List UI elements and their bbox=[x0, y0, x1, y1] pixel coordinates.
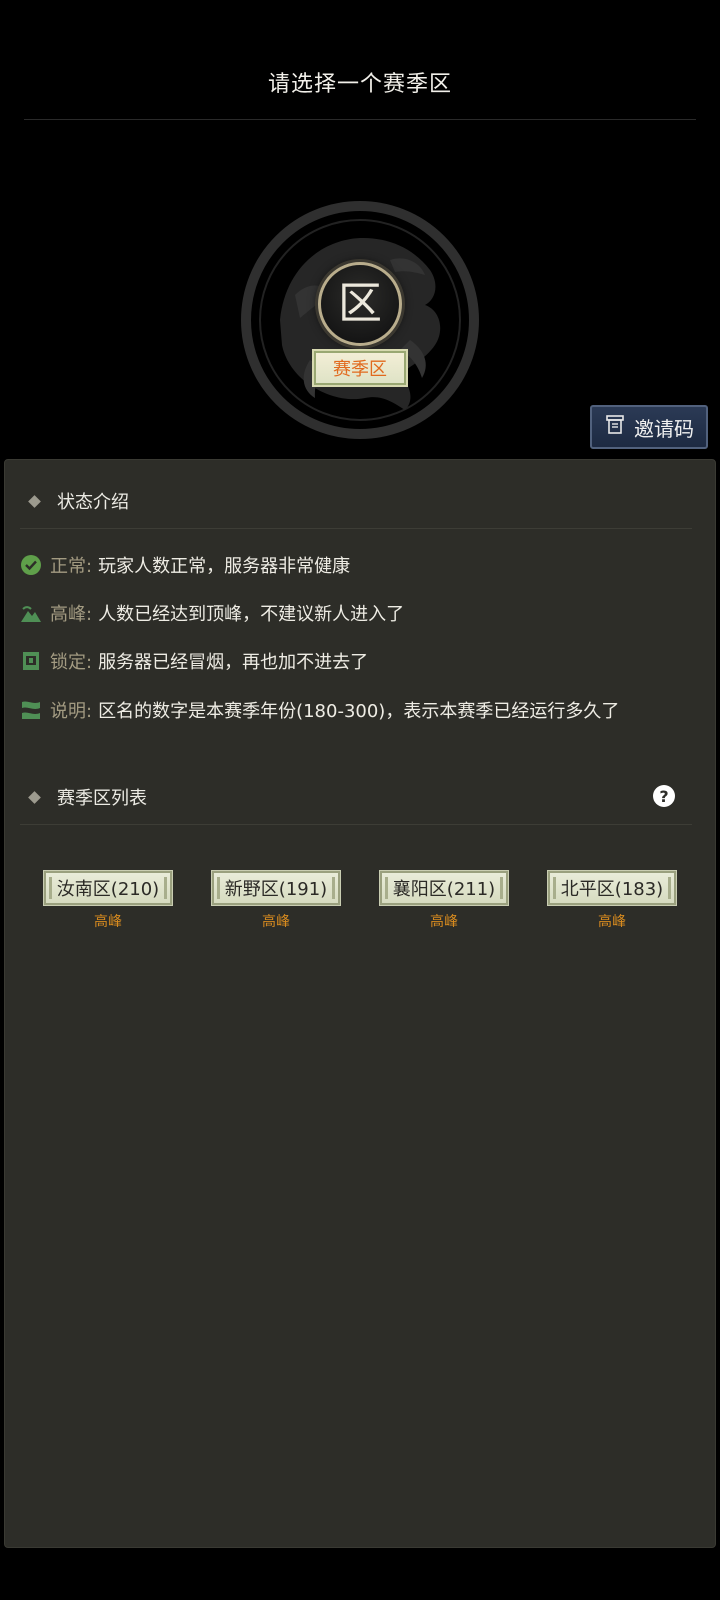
status-key: 说明: bbox=[50, 701, 93, 722]
status-row-normal: 正常: 玩家人数正常，服务器非常健康 bbox=[20, 551, 350, 579]
status-section-title: 状态介绍 bbox=[57, 492, 129, 513]
status-key: 锁定: bbox=[50, 652, 93, 673]
season-zone-badge: 赛季区 bbox=[312, 349, 408, 387]
zone-name-tag: 汝南区(210) bbox=[43, 870, 173, 906]
diamond-bullet-icon bbox=[28, 790, 41, 804]
status-row-peak: 高峰: 人数已经达到顶峰，不建议新人进入了 bbox=[20, 599, 404, 627]
zone-list-section-header: 赛季区列表 bbox=[24, 785, 147, 809]
zone-item-xinye[interactable]: 新野区(191) 高峰 bbox=[211, 870, 341, 931]
status-row-locked: 锁定: 服务器已经冒烟，再也加不进去了 bbox=[20, 647, 368, 675]
status-key: 正常: bbox=[50, 556, 93, 577]
check-circle-icon bbox=[20, 554, 42, 576]
zone-status: 高峰 bbox=[262, 914, 290, 930]
status-section-header: 状态介绍 bbox=[24, 489, 129, 513]
diamond-bullet-icon bbox=[28, 494, 41, 508]
status-section-divider bbox=[20, 528, 692, 529]
status-desc: 玩家人数正常，服务器非常健康 bbox=[98, 556, 351, 577]
zone-emblem-circle: 区 bbox=[318, 262, 402, 346]
zone-status: 高峰 bbox=[598, 914, 626, 930]
zone-name-tag: 北平区(183) bbox=[547, 870, 677, 906]
invite-code-label: 邀请码 bbox=[634, 416, 694, 441]
lock-icon bbox=[20, 650, 42, 672]
zone-item-beiping[interactable]: 北平区(183) 高峰 bbox=[547, 870, 677, 931]
zone-item-xiangyang[interactable]: 襄阳区(211) 高峰 bbox=[379, 870, 509, 931]
zone-name-tag: 襄阳区(211) bbox=[379, 870, 509, 906]
mountain-icon bbox=[20, 602, 42, 624]
status-desc: 服务器已经冒烟，再也加不进去了 bbox=[98, 652, 369, 673]
zone-status: 高峰 bbox=[94, 914, 122, 930]
zone-item-runan[interactable]: 汝南区(210) 高峰 bbox=[43, 870, 173, 931]
title-divider bbox=[24, 119, 696, 120]
help-icon[interactable]: ? bbox=[653, 785, 675, 807]
status-desc: 人数已经达到顶峰，不建议新人进入了 bbox=[98, 604, 405, 625]
scroll-icon bbox=[604, 414, 626, 441]
status-desc: 区名的数字是本赛季年份(180-300)，表示本赛季已经运行多久了 bbox=[98, 701, 620, 722]
invite-code-button[interactable]: 邀请码 bbox=[590, 405, 708, 449]
page-title: 请选择一个赛季区 bbox=[267, 72, 452, 97]
status-key: 高峰: bbox=[50, 604, 93, 625]
zone-list-section-title: 赛季区列表 bbox=[57, 788, 147, 809]
info-flag-icon bbox=[20, 699, 42, 721]
zone-list-divider bbox=[20, 824, 692, 825]
zone-status: 高峰 bbox=[430, 914, 458, 930]
status-row-note: 说明: 区名的数字是本赛季年份(180-300)，表示本赛季已经运行多久了 bbox=[20, 696, 619, 724]
zone-name-tag: 新野区(191) bbox=[211, 870, 341, 906]
